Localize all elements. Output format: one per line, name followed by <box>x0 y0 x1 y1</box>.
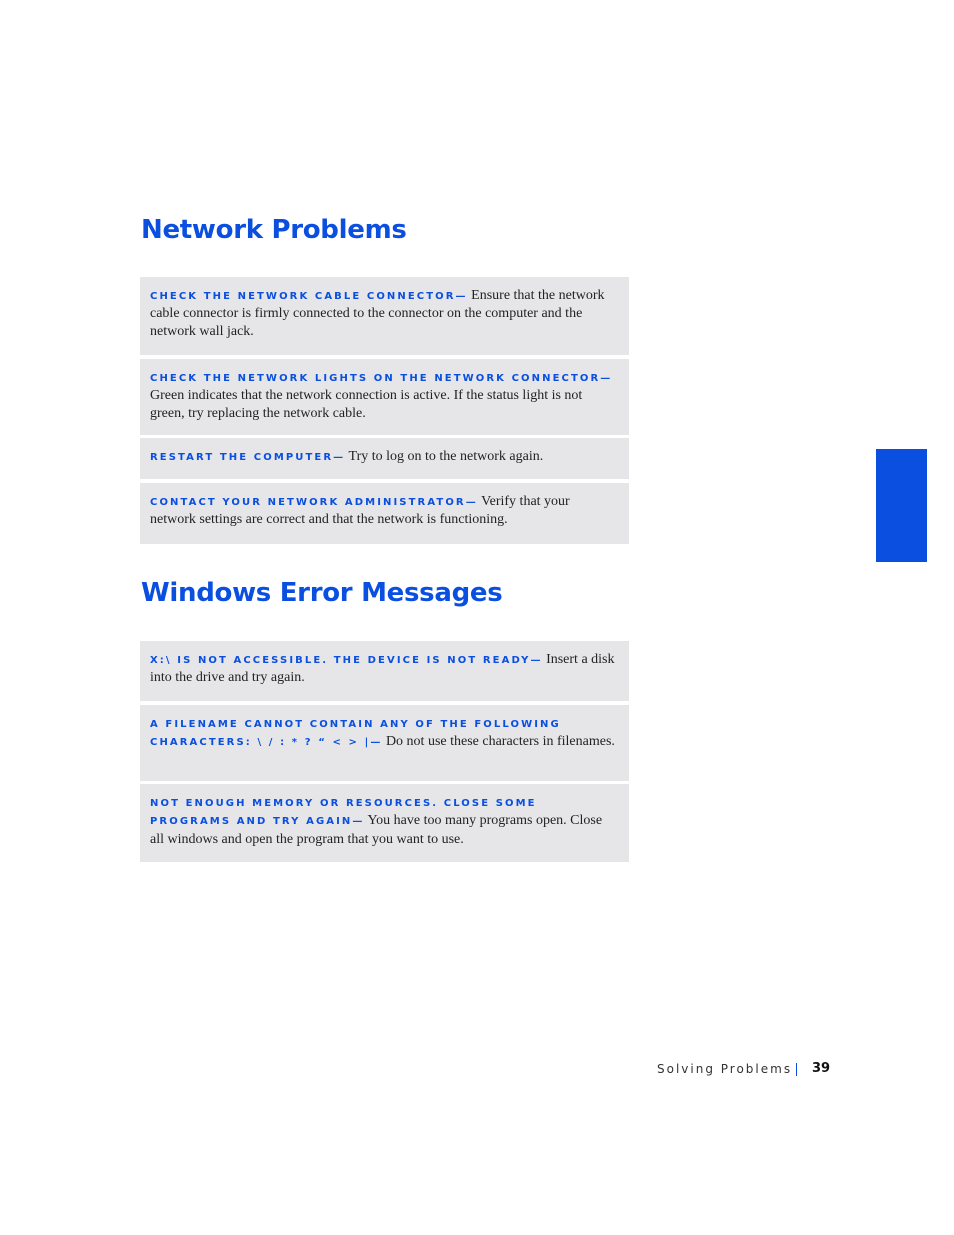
footer-separator <box>796 1063 797 1076</box>
tip-box: Check the network cable connector— Ensur… <box>140 277 629 355</box>
page-number: 39 <box>812 1061 831 1076</box>
tip-box: x:\ is not accessible. The device is not… <box>140 641 629 701</box>
tip-body: Do not use these characters in filenames… <box>382 734 615 750</box>
tip-box: Restart the computer— Try to log on to t… <box>140 438 629 479</box>
tip-body: Try to log on to the network again. <box>345 449 544 464</box>
section-title-network-problems: Network Problems <box>141 215 407 245</box>
footer-section-name: Solving Problems <box>657 1062 793 1076</box>
tip-box: A filename cannot contain any of the fol… <box>140 705 629 781</box>
tip-body: Green indicates that the network connect… <box>150 388 583 421</box>
tip-box: Contact your network administrator— Veri… <box>140 483 629 544</box>
tip-lead: x:\ is not accessible. The device is not… <box>150 655 543 666</box>
tip-lead: Check the network lights on the network … <box>150 373 613 384</box>
tip-lead: Check the network cable connector— <box>150 291 468 302</box>
tip-lead: Contact your network administrator— <box>150 497 478 508</box>
chapter-tab-marker <box>876 449 927 562</box>
tip-box: Not enough memory or resources. Close so… <box>140 784 629 862</box>
tip-lead: Restart the computer— <box>150 452 346 463</box>
section-title-windows-error-messages: Windows Error Messages <box>141 578 503 608</box>
tip-box: Check the network lights on the network … <box>140 359 629 435</box>
